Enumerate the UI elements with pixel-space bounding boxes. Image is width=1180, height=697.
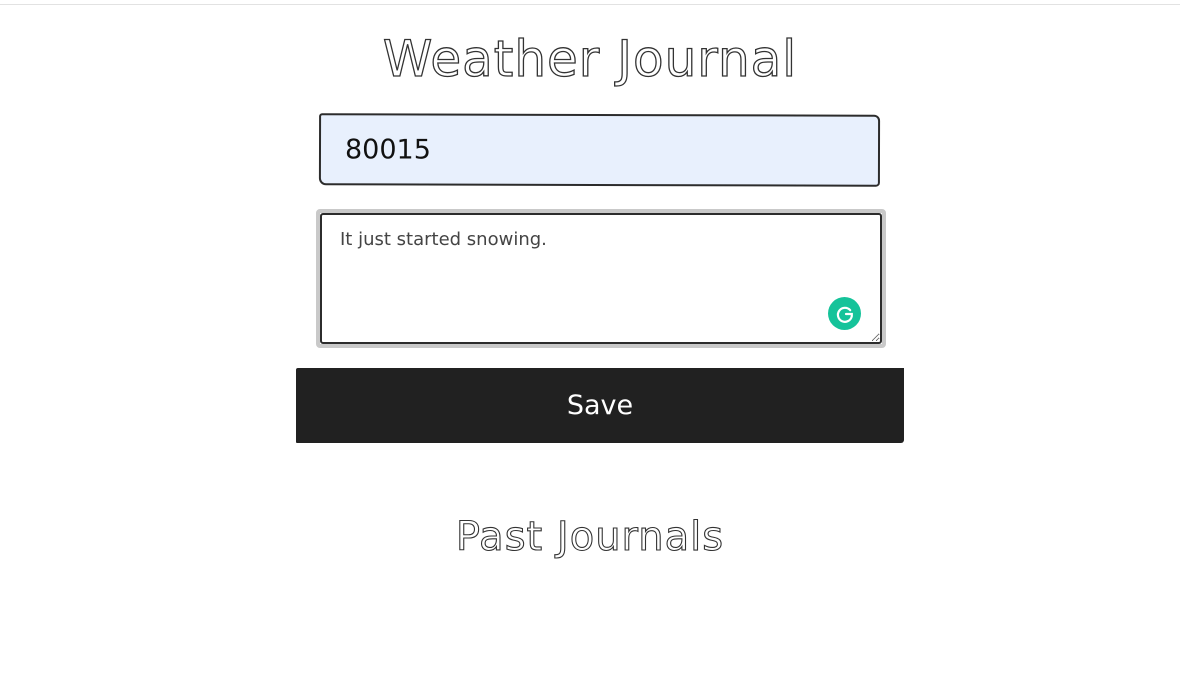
page-title: Weather Journal bbox=[382, 29, 798, 88]
grammarly-icon[interactable] bbox=[828, 297, 861, 330]
past-journals-heading: Past Journals bbox=[455, 513, 725, 560]
save-button[interactable]: Save bbox=[296, 368, 904, 443]
feelings-focus-ring: It just started snowing. bbox=[316, 209, 886, 348]
feelings-textarea[interactable]: It just started snowing. bbox=[320, 213, 882, 344]
page: Weather Journal It just started snowing.… bbox=[0, 0, 1180, 697]
grammarly-g-glyph bbox=[836, 306, 853, 323]
zip-input[interactable] bbox=[318, 113, 881, 187]
top-divider bbox=[0, 4, 1180, 5]
